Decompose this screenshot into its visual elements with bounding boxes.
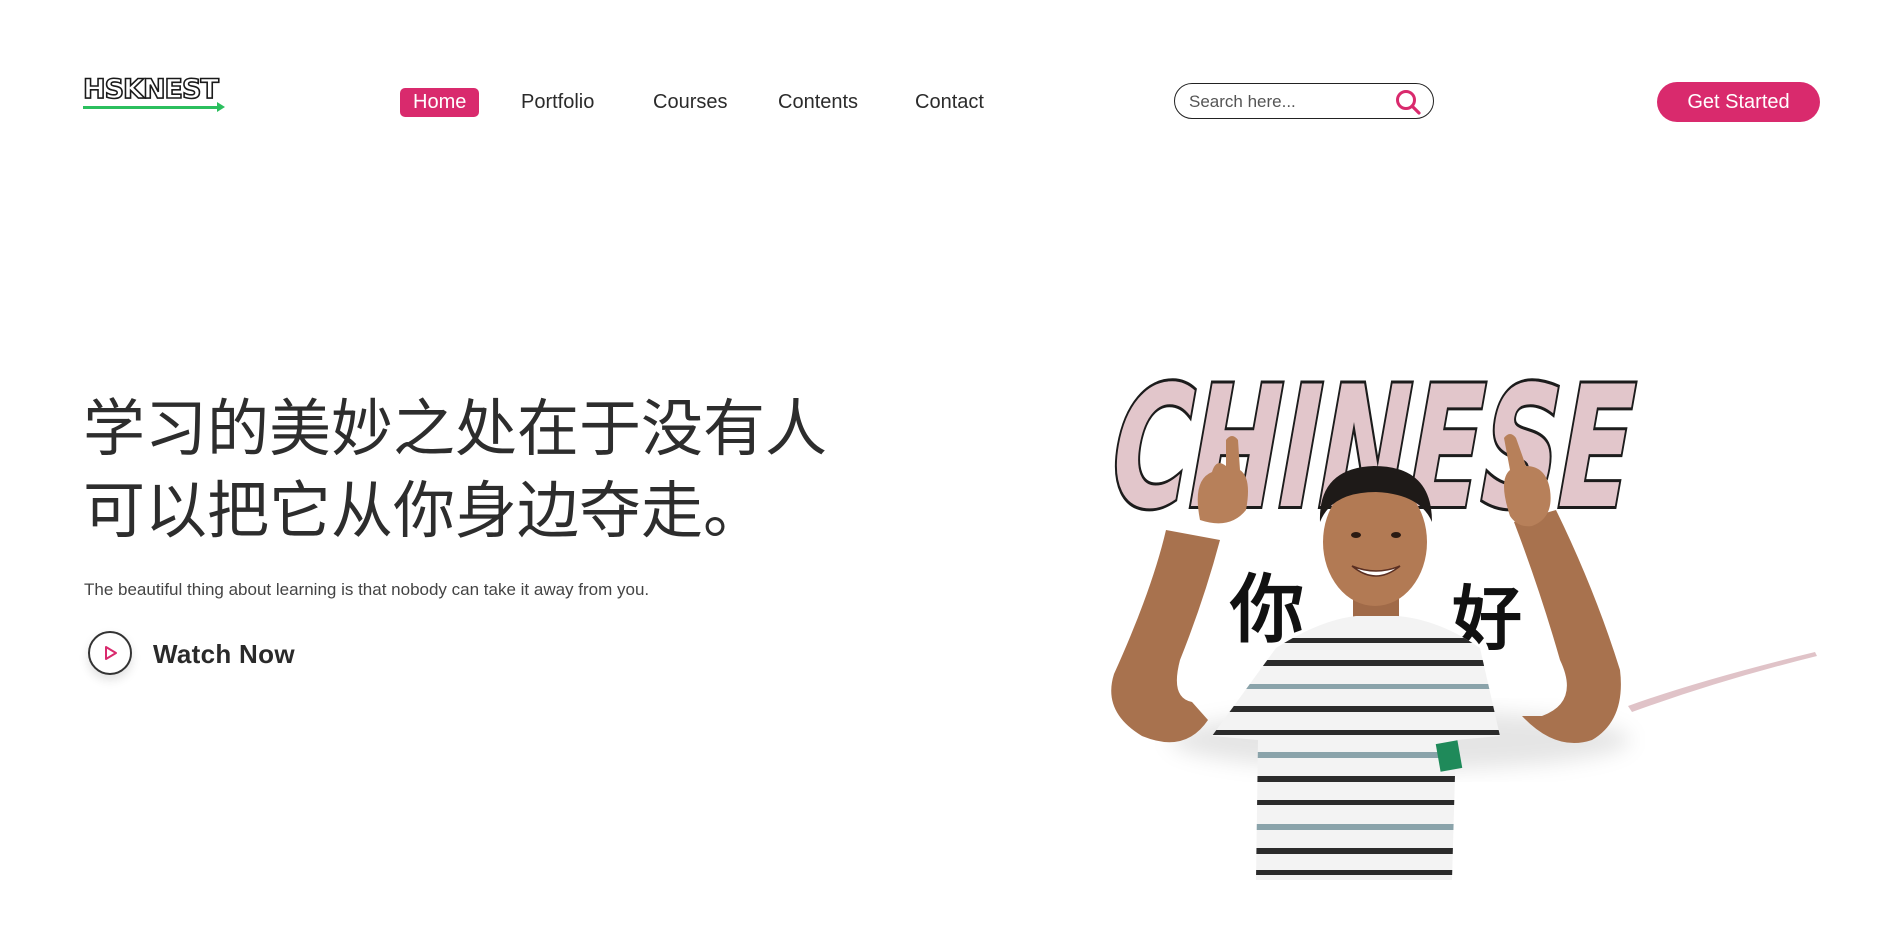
nav-portfolio[interactable]: Portfolio	[508, 88, 607, 117]
headline-line-1: 学习的美妙之处在于没有人	[83, 392, 828, 465]
hero-subtitle: The beautiful thing about learning is th…	[84, 580, 650, 599]
search-input[interactable]	[1187, 89, 1391, 115]
nav-contents[interactable]: Contents	[765, 88, 871, 117]
watch-now-label: Watch Now	[153, 639, 295, 669]
logo-underline	[83, 106, 221, 109]
brush-stroke	[1628, 652, 1817, 712]
nav-contact[interactable]: Contact	[902, 88, 997, 117]
brand-logo[interactable]: HSKNEST	[82, 72, 228, 114]
nav-home[interactable]: Home	[400, 88, 480, 117]
hero-image: CHINESE 你 好	[1093, 347, 1817, 880]
search-box	[1174, 83, 1434, 119]
watch-now-button[interactable]: Watch Now	[88, 629, 328, 679]
hero-headline: 学习的美妙之处在于没有人 可以把它从你身边夺走。	[83, 388, 883, 552]
headline-line-2: 可以把它从你身边夺走。	[83, 474, 766, 547]
nav-courses[interactable]: Courses	[640, 88, 740, 117]
play-icon[interactable]	[88, 631, 132, 675]
left-arm	[1111, 530, 1220, 743]
logo-text: HSKNEST	[82, 73, 219, 106]
logo-arrow-icon	[217, 102, 225, 112]
get-started-button[interactable]: Get Started	[1657, 82, 1820, 122]
search-icon[interactable]	[1393, 87, 1423, 117]
